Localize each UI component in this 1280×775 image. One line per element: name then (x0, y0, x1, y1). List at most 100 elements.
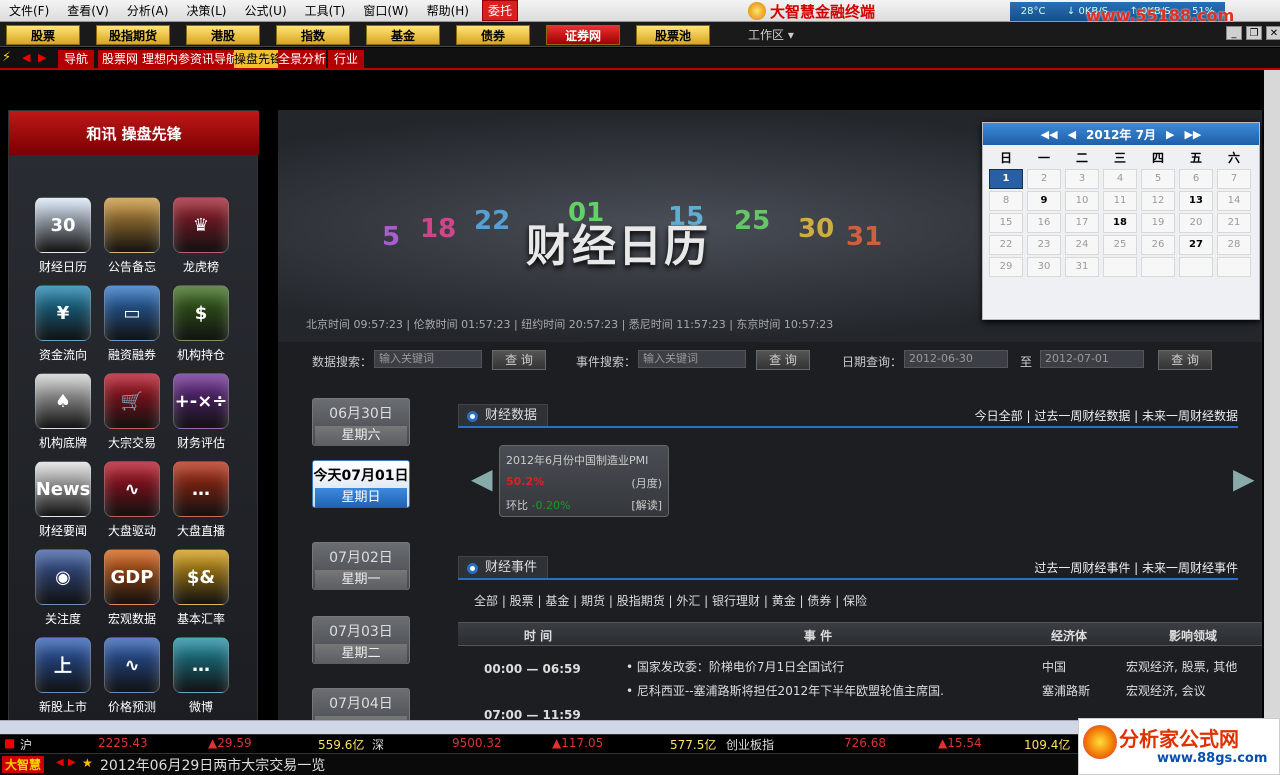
calendar-day[interactable] (1141, 257, 1175, 277)
calendar-day[interactable]: 27 (1179, 235, 1213, 255)
calendar-day[interactable]: 23 (1027, 235, 1061, 255)
ticker-next-icon[interactable]: ▶ (68, 757, 76, 768)
date-card[interactable]: 07月02日 星期一 (312, 542, 410, 590)
calendar-day[interactable]: 12 (1141, 191, 1175, 211)
calendar-day[interactable]: 2 (1027, 169, 1061, 189)
close-icon[interactable]: ✕ (1266, 26, 1280, 40)
calendar-day[interactable]: 14 (1217, 191, 1251, 211)
prev-month-icon[interactable]: ◀ (1068, 128, 1076, 141)
calendar-day[interactable]: 6 (1179, 169, 1213, 189)
tab-index[interactable]: 指数 (276, 25, 350, 45)
menu-window[interactable]: 窗口(W) (354, 2, 417, 19)
minimize-icon[interactable]: _ (1226, 26, 1242, 40)
icon-tile[interactable]: ∿ 价格预测 (102, 637, 162, 715)
restore-icon[interactable]: ❐ (1246, 26, 1262, 40)
pmi-card[interactable]: 2012年6月份中国制造业PMI 50.2% (月度) 环比 -0.20% [解读] (499, 445, 669, 517)
icon-tile[interactable]: $ 机构持仓 (171, 285, 231, 363)
next-month-icon[interactable]: ▶ (1166, 128, 1174, 141)
icon-tile[interactable]: … 大盘直播 (171, 461, 231, 539)
calendar-day[interactable] (1217, 257, 1251, 277)
tab-bond[interactable]: 债券 (456, 25, 530, 45)
calendar-day[interactable]: 19 (1141, 213, 1175, 233)
menu-decision[interactable]: 决策(L) (177, 2, 235, 19)
sh-index[interactable]: 2225.43 (98, 736, 148, 750)
icon-tile[interactable]: News 财经要闻 (33, 461, 93, 539)
ticker-text[interactable]: 2012年06月29日两市大宗交易一览 (100, 755, 325, 775)
menu-file[interactable]: 文件(F) (0, 2, 58, 19)
event-search-button[interactable]: 查 询 (756, 350, 810, 370)
date-card[interactable]: 今天07月01日 星期日 (312, 460, 410, 508)
tab-stock-pool[interactable]: 股票池 (636, 25, 710, 45)
calendar-day[interactable]: 9 (1027, 191, 1061, 211)
icon-tile[interactable]: … 微博 (171, 637, 231, 715)
event-text[interactable]: • 国家发改委：阶梯电价7月1日全国试行 (626, 658, 844, 675)
calendar-day[interactable] (1179, 257, 1213, 277)
icon-tile[interactable]: +-×÷ 财务评估 (171, 373, 231, 451)
icon-tile[interactable]: 30 财经日历 (33, 197, 93, 275)
calendar-day[interactable]: 29 (989, 257, 1023, 277)
icon-tile[interactable]: ♛ 龙虎榜 (171, 197, 231, 275)
cy-index[interactable]: 726.68 (844, 736, 886, 750)
tab-index-futures[interactable]: 股指期货 (96, 25, 170, 45)
subtab-lixiang[interactable]: 理想内参 (142, 50, 190, 68)
icon-tile[interactable]: 公告备忘 (102, 197, 162, 275)
date-from-input[interactable]: 2012-06-30 (904, 350, 1008, 368)
menu-help[interactable]: 帮助(H) (418, 2, 478, 19)
calendar-day[interactable]: 18 (1103, 213, 1137, 233)
icon-tile[interactable]: ∿ 大盘驱动 (102, 461, 162, 539)
subtab-news-nav[interactable]: 资讯导航 (190, 50, 234, 68)
vertical-scrollbar[interactable] (1264, 70, 1280, 720)
icon-tile[interactable]: ¥ 资金流向 (33, 285, 93, 363)
calendar-day[interactable]: 20 (1179, 213, 1213, 233)
next-tab-icon[interactable]: ▶ (38, 51, 46, 64)
icon-tile[interactable]: 上新股上市 (33, 637, 93, 715)
icon-tile[interactable]: GDP 宏观数据 (102, 549, 162, 627)
finance-events-links[interactable]: 过去一周财经事件 | 未来一周财经事件 (1034, 559, 1238, 576)
data-search-input[interactable]: 输入关键词 (374, 350, 482, 368)
tab-securities-net[interactable]: 证券网 (546, 25, 620, 45)
date-card[interactable]: 07月03日 星期二 (312, 616, 410, 664)
subtab-nav[interactable]: 导航 (58, 50, 94, 68)
calendar-day[interactable]: 17 (1065, 213, 1099, 233)
calendar-day[interactable]: 8 (989, 191, 1023, 211)
ticker-prev-icon[interactable]: ◀ (56, 757, 64, 768)
sz-index[interactable]: 9500.32 (452, 736, 502, 750)
icon-tile[interactable]: ▭ 融资融券 (102, 285, 162, 363)
carousel-next-icon[interactable]: ▶ (1233, 462, 1255, 495)
prev-tab-icon[interactable]: ◀ (22, 51, 30, 64)
calendar-day[interactable]: 1 (989, 169, 1023, 189)
calendar-day[interactable]: 26 (1141, 235, 1175, 255)
menu-analysis[interactable]: 分析(A) (118, 2, 178, 19)
carousel-prev-icon[interactable]: ◀ (471, 462, 493, 495)
calendar-day[interactable]: 16 (1027, 213, 1061, 233)
date-card[interactable]: 06月30日 星期六 (312, 398, 410, 446)
date-to-input[interactable]: 2012-07-01 (1040, 350, 1144, 368)
menu-formula[interactable]: 公式(U) (236, 2, 296, 19)
calendar-day[interactable]: 25 (1103, 235, 1137, 255)
horizontal-scrollbar[interactable] (0, 720, 1264, 734)
icon-tile[interactable]: ♠ 机构底牌 (33, 373, 93, 451)
tab-hk-stocks[interactable]: 港股 (186, 25, 260, 45)
calendar-day[interactable]: 4 (1103, 169, 1137, 189)
calendar-day[interactable]: 11 (1103, 191, 1137, 211)
calendar-day[interactable]: 5 (1141, 169, 1175, 189)
data-search-button[interactable]: 查 询 (492, 350, 546, 370)
calendar-day[interactable]: 10 (1065, 191, 1099, 211)
calendar-day[interactable]: 24 (1065, 235, 1099, 255)
icon-tile[interactable]: $& 基本汇率 (171, 549, 231, 627)
finance-data-links[interactable]: 今日全部 | 过去一周财经数据 | 未来一周财经数据 (975, 407, 1238, 424)
menu-tools[interactable]: 工具(T) (296, 2, 355, 19)
subtab-panorama[interactable]: 全景分析 (278, 50, 326, 68)
subtab-stock-net[interactable]: 股票网 (98, 50, 142, 68)
calendar-day[interactable]: 30 (1027, 257, 1061, 277)
event-search-input[interactable]: 输入关键词 (638, 350, 746, 368)
calendar-day[interactable]: 31 (1065, 257, 1099, 277)
prev-year-icon[interactable]: ◀◀ (1041, 128, 1058, 141)
date-search-button[interactable]: 查 询 (1158, 350, 1212, 370)
menu-view[interactable]: 查看(V) (58, 2, 118, 19)
calendar-day[interactable]: 3 (1065, 169, 1099, 189)
calendar-day[interactable] (1103, 257, 1137, 277)
pmi-jiedu-link[interactable]: [解读] (631, 497, 662, 513)
weituo-button[interactable]: 委托 (481, 0, 518, 21)
calendar-day[interactable]: 15 (989, 213, 1023, 233)
